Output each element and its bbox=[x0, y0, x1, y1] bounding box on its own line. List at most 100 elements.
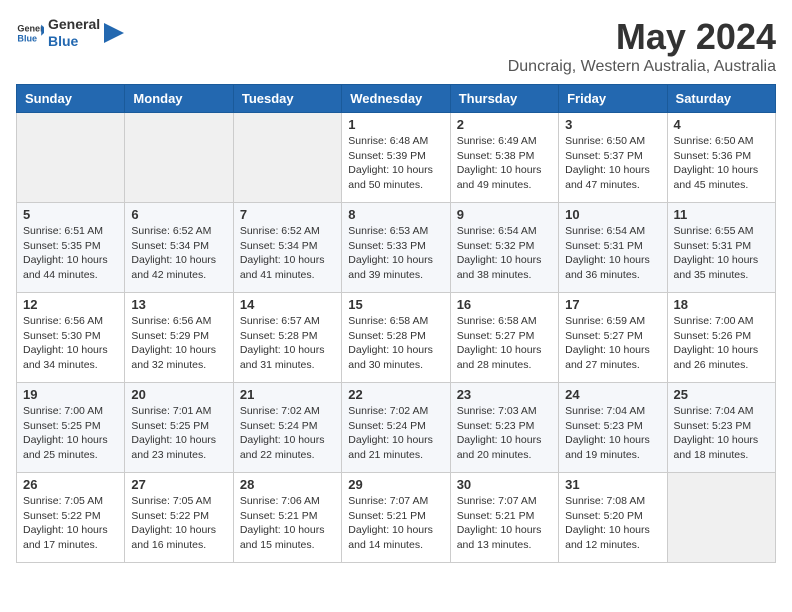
col-sunday: Sunday bbox=[17, 85, 125, 113]
day-number: 1 bbox=[348, 117, 443, 132]
calendar-cell: 31 Sunrise: 7:08 AMSunset: 5:20 PMDayligh… bbox=[559, 473, 667, 563]
calendar-cell: 7Sunrise: 6:52 AMSunset: 5:34 PMDaylight… bbox=[233, 203, 341, 293]
day-number: 8 bbox=[348, 207, 443, 222]
calendar-cell: 24Sunrise: 7:04 AMSunset: 5:23 PMDayligh… bbox=[559, 383, 667, 473]
calendar-cell: 23Sunrise: 7:03 AMSunset: 5:23 PMDayligh… bbox=[450, 383, 558, 473]
title-block: May 2024 Duncraig, Western Australia, Au… bbox=[508, 16, 776, 76]
day-number: 27 bbox=[131, 477, 226, 492]
calendar-cell: 1 Sunrise: 6:48 AMSunset: 5:39 PMDaylight… bbox=[342, 113, 450, 203]
day-info: Sunrise: 7:00 AMSunset: 5:26 PMDaylight:… bbox=[674, 314, 769, 373]
calendar-cell: 30 Sunrise: 7:07 AMSunset: 5:21 PMDayligh… bbox=[450, 473, 558, 563]
day-number: 20 bbox=[131, 387, 226, 402]
logo: General Blue General Blue bbox=[16, 16, 124, 50]
day-info: Sunrise: 7:05 AMSunset: 5:22 PMDaylight:… bbox=[23, 494, 118, 553]
calendar-row-1: 1 Sunrise: 6:48 AMSunset: 5:39 PMDaylight… bbox=[17, 113, 776, 203]
day-info: Sunrise: 6:58 AMSunset: 5:27 PMDaylight:… bbox=[457, 314, 552, 373]
day-info: Sunrise: 6:53 AMSunset: 5:33 PMDaylight:… bbox=[348, 224, 443, 283]
calendar-cell: 6Sunrise: 6:52 AMSunset: 5:34 PMDaylight… bbox=[125, 203, 233, 293]
logo-arrow-icon bbox=[104, 19, 124, 47]
day-info: Sunrise: 7:08 AMSunset: 5:20 PMDaylight:… bbox=[565, 494, 660, 553]
day-info: Sunrise: 7:04 AMSunset: 5:23 PMDaylight:… bbox=[674, 404, 769, 463]
day-info: Sunrise: 6:59 AMSunset: 5:27 PMDaylight:… bbox=[565, 314, 660, 373]
calendar-cell: 29 Sunrise: 7:07 AMSunset: 5:21 PMDayligh… bbox=[342, 473, 450, 563]
calendar-cell: 26 Sunrise: 7:05 AMSunset: 5:22 PMDayligh… bbox=[17, 473, 125, 563]
col-tuesday: Tuesday bbox=[233, 85, 341, 113]
day-info: Sunrise: 6:56 AMSunset: 5:30 PMDaylight:… bbox=[23, 314, 118, 373]
day-number: 31 bbox=[565, 477, 660, 492]
day-info: Sunrise: 7:07 AMSunset: 5:21 PMDaylight:… bbox=[457, 494, 552, 553]
day-info: Sunrise: 7:05 AMSunset: 5:22 PMDaylight:… bbox=[131, 494, 226, 553]
day-number: 23 bbox=[457, 387, 552, 402]
day-info: Sunrise: 7:02 AMSunset: 5:24 PMDaylight:… bbox=[348, 404, 443, 463]
day-number: 17 bbox=[565, 297, 660, 312]
calendar-cell: 3Sunrise: 6:50 AMSunset: 5:37 PMDaylight… bbox=[559, 113, 667, 203]
day-info: Sunrise: 6:58 AMSunset: 5:28 PMDaylight:… bbox=[348, 314, 443, 373]
day-info: Sunrise: 6:50 AMSunset: 5:36 PMDaylight:… bbox=[674, 134, 769, 193]
day-info: Sunrise: 7:07 AMSunset: 5:21 PMDaylight:… bbox=[348, 494, 443, 553]
calendar-cell: 15Sunrise: 6:58 AMSunset: 5:28 PMDayligh… bbox=[342, 293, 450, 383]
day-number: 7 bbox=[240, 207, 335, 222]
day-number: 12 bbox=[23, 297, 118, 312]
day-number: 29 bbox=[348, 477, 443, 492]
day-info: Sunrise: 6:51 AMSunset: 5:35 PMDaylight:… bbox=[23, 224, 118, 283]
calendar-cell: 8 Sunrise: 6:53 AMSunset: 5:33 PMDaylight… bbox=[342, 203, 450, 293]
day-number: 30 bbox=[457, 477, 552, 492]
col-friday: Friday bbox=[559, 85, 667, 113]
day-number: 11 bbox=[674, 207, 769, 222]
day-number: 25 bbox=[674, 387, 769, 402]
col-saturday: Saturday bbox=[667, 85, 775, 113]
calendar-cell bbox=[233, 113, 341, 203]
svg-text:Blue: Blue bbox=[17, 33, 37, 43]
day-number: 22 bbox=[348, 387, 443, 402]
calendar-row-4: 19Sunrise: 7:00 AMSunset: 5:25 PMDayligh… bbox=[17, 383, 776, 473]
calendar-subtitle: Duncraig, Western Australia, Australia bbox=[508, 58, 776, 76]
calendar-cell: 9 Sunrise: 6:54 AMSunset: 5:32 PMDaylight… bbox=[450, 203, 558, 293]
page-header: General Blue General Blue May 2024 Duncr… bbox=[16, 16, 776, 76]
day-number: 18 bbox=[674, 297, 769, 312]
calendar-cell: 11 Sunrise: 6:55 AMSunset: 5:31 PMDayligh… bbox=[667, 203, 775, 293]
day-info: Sunrise: 7:02 AMSunset: 5:24 PMDaylight:… bbox=[240, 404, 335, 463]
day-info: Sunrise: 7:01 AMSunset: 5:25 PMDaylight:… bbox=[131, 404, 226, 463]
calendar-cell bbox=[125, 113, 233, 203]
calendar-row-3: 12 Sunrise: 6:56 AMSunset: 5:30 PMDayligh… bbox=[17, 293, 776, 383]
calendar-cell: 21 Sunrise: 7:02 AMSunset: 5:24 PMDayligh… bbox=[233, 383, 341, 473]
calendar-cell bbox=[667, 473, 775, 563]
calendar-row-5: 26 Sunrise: 7:05 AMSunset: 5:22 PMDayligh… bbox=[17, 473, 776, 563]
day-info: Sunrise: 6:55 AMSunset: 5:31 PMDaylight:… bbox=[674, 224, 769, 283]
calendar-cell: 20 Sunrise: 7:01 AMSunset: 5:25 PMDayligh… bbox=[125, 383, 233, 473]
day-info: Sunrise: 6:48 AMSunset: 5:39 PMDaylight:… bbox=[348, 134, 443, 193]
col-wednesday: Wednesday bbox=[342, 85, 450, 113]
calendar-title: May 2024 bbox=[508, 16, 776, 58]
day-info: Sunrise: 6:52 AMSunset: 5:34 PMDaylight:… bbox=[131, 224, 226, 283]
calendar-cell: 5Sunrise: 6:51 AMSunset: 5:35 PMDaylight… bbox=[17, 203, 125, 293]
day-number: 16 bbox=[457, 297, 552, 312]
calendar-cell: 13Sunrise: 6:56 AMSunset: 5:29 PMDayligh… bbox=[125, 293, 233, 383]
calendar-cell: 18 Sunrise: 7:00 AMSunset: 5:26 PMDayligh… bbox=[667, 293, 775, 383]
logo-icon: General Blue bbox=[16, 19, 44, 47]
calendar-cell: 27 Sunrise: 7:05 AMSunset: 5:22 PMDayligh… bbox=[125, 473, 233, 563]
day-info: Sunrise: 6:54 AMSunset: 5:32 PMDaylight:… bbox=[457, 224, 552, 283]
calendar-cell: 28Sunrise: 7:06 AMSunset: 5:21 PMDayligh… bbox=[233, 473, 341, 563]
day-info: Sunrise: 6:54 AMSunset: 5:31 PMDaylight:… bbox=[565, 224, 660, 283]
day-info: Sunrise: 6:57 AMSunset: 5:28 PMDaylight:… bbox=[240, 314, 335, 373]
day-number: 2 bbox=[457, 117, 552, 132]
day-number: 21 bbox=[240, 387, 335, 402]
calendar-row-2: 5Sunrise: 6:51 AMSunset: 5:35 PMDaylight… bbox=[17, 203, 776, 293]
day-number: 24 bbox=[565, 387, 660, 402]
svg-text:General: General bbox=[17, 23, 44, 33]
calendar-cell: 16 Sunrise: 6:58 AMSunset: 5:27 PMDayligh… bbox=[450, 293, 558, 383]
day-number: 4 bbox=[674, 117, 769, 132]
col-thursday: Thursday bbox=[450, 85, 558, 113]
day-number: 26 bbox=[23, 477, 118, 492]
day-number: 9 bbox=[457, 207, 552, 222]
calendar-header-row: Sunday Monday Tuesday Wednesday Thursday… bbox=[17, 85, 776, 113]
calendar-cell: 2Sunrise: 6:49 AMSunset: 5:38 PMDaylight… bbox=[450, 113, 558, 203]
day-number: 13 bbox=[131, 297, 226, 312]
day-info: Sunrise: 6:50 AMSunset: 5:37 PMDaylight:… bbox=[565, 134, 660, 193]
day-info: Sunrise: 7:00 AMSunset: 5:25 PMDaylight:… bbox=[23, 404, 118, 463]
day-info: Sunrise: 7:06 AMSunset: 5:21 PMDaylight:… bbox=[240, 494, 335, 553]
calendar-cell: 4 Sunrise: 6:50 AMSunset: 5:36 PMDaylight… bbox=[667, 113, 775, 203]
day-number: 10 bbox=[565, 207, 660, 222]
calendar-table: Sunday Monday Tuesday Wednesday Thursday… bbox=[16, 84, 776, 563]
calendar-cell: 10 Sunrise: 6:54 AMSunset: 5:31 PMDayligh… bbox=[559, 203, 667, 293]
